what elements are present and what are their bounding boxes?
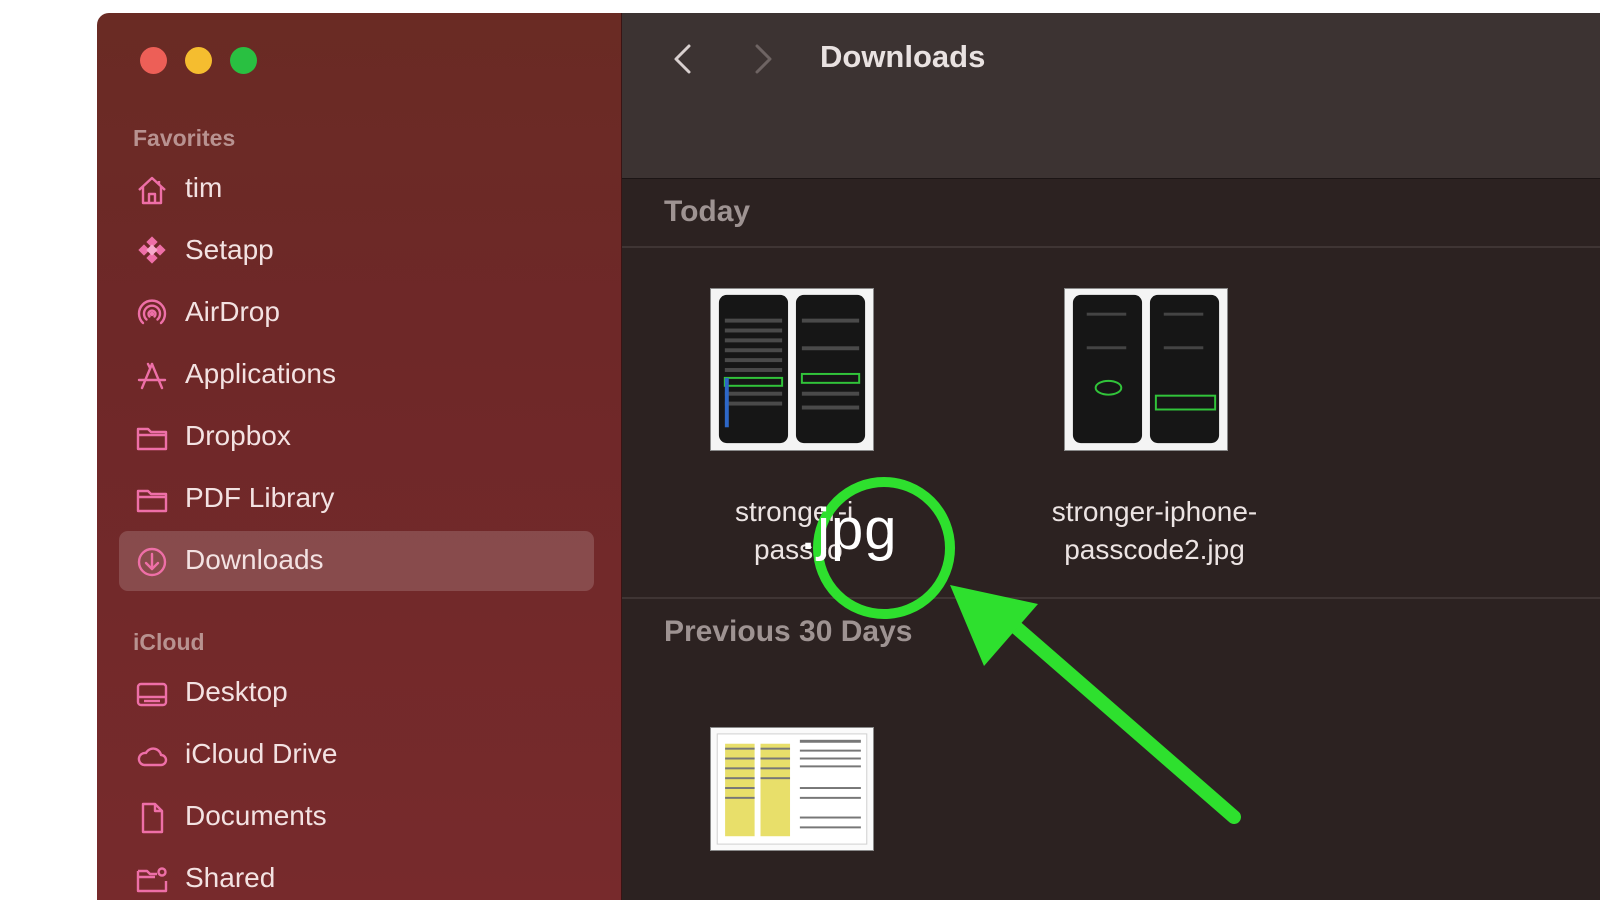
folder-icon xyxy=(135,483,169,517)
zoom-button[interactable] xyxy=(230,47,257,74)
sidebar-item-label: Applications xyxy=(185,358,336,389)
window-title: Downloads xyxy=(820,39,986,74)
file-name: stronger-iphone- passcode2.jpg xyxy=(1032,493,1292,569)
back-button[interactable] xyxy=(664,39,704,79)
group-divider xyxy=(622,597,1600,599)
sidebar-item-label: Documents xyxy=(185,800,327,831)
document-icon xyxy=(135,801,169,835)
minimize-button[interactable] xyxy=(185,47,212,74)
sidebar-item-airdrop[interactable]: AirDrop xyxy=(119,283,594,343)
sidebar-item-label: Dropbox xyxy=(185,420,291,451)
group-divider xyxy=(622,246,1600,248)
downloads-icon xyxy=(135,545,169,579)
sidebar-item-tim[interactable]: tim xyxy=(119,159,594,219)
forward-button[interactable] xyxy=(742,39,782,79)
file-thumbnail xyxy=(710,288,874,451)
folder-icon xyxy=(135,421,169,455)
sidebar-item-documents[interactable]: Documents xyxy=(119,787,594,847)
shared-folder-icon xyxy=(135,863,169,897)
cloud-icon xyxy=(135,739,169,773)
sidebar-item-label: Setapp xyxy=(185,234,274,265)
sidebar-section-favorites: Favorites xyxy=(133,125,236,151)
finder-window: Favorites tim Setapp AirDrop Application… xyxy=(97,13,1600,900)
sidebar-item-downloads[interactable]: Downloads xyxy=(119,531,594,591)
sidebar-item-shared[interactable]: Shared xyxy=(119,849,594,900)
close-button[interactable] xyxy=(140,47,167,74)
file-name-line-2: passcode2.jpg xyxy=(1064,534,1245,565)
applications-icon xyxy=(135,359,169,393)
sidebar-item-label: PDF Library xyxy=(185,482,335,513)
sidebar-item-applications[interactable]: Applications xyxy=(119,345,594,405)
sidebar-item-label: Shared xyxy=(185,862,276,893)
sidebar-item-label: Desktop xyxy=(185,676,288,707)
group-header-previous-30-days: Previous 30 Days xyxy=(664,615,913,648)
group-header-today: Today xyxy=(664,195,751,228)
home-icon xyxy=(135,173,169,207)
setapp-icon xyxy=(135,235,169,269)
file-thumbnail xyxy=(710,727,874,851)
file-thumbnail xyxy=(1064,288,1228,451)
annotation-callout-text: .jpg xyxy=(800,497,898,562)
sidebar-item-pdf-library[interactable]: PDF Library xyxy=(119,469,594,529)
sidebar-section-icloud: iCloud xyxy=(133,629,205,655)
sidebar-item-label: iCloud Drive xyxy=(185,738,338,769)
sidebar-item-dropbox[interactable]: Dropbox xyxy=(119,407,594,467)
sidebar: Favorites tim Setapp AirDrop Application… xyxy=(97,13,622,900)
sidebar-item-label: tim xyxy=(185,172,223,203)
file-browser: Downloads Today stronger-i passco strong… xyxy=(622,13,1600,900)
sidebar-item-label: Downloads xyxy=(185,544,324,575)
sidebar-item-setapp[interactable]: Setapp xyxy=(119,221,594,281)
desktop-icon xyxy=(135,677,169,711)
toolbar: Downloads xyxy=(622,13,1600,179)
sidebar-item-label: AirDrop xyxy=(185,296,280,327)
file-name-line-1: stronger-iphone- xyxy=(1051,496,1258,527)
sidebar-item-icloud-drive[interactable]: iCloud Drive xyxy=(119,725,594,785)
airdrop-icon xyxy=(135,297,169,331)
sidebar-item-desktop[interactable]: Desktop xyxy=(119,663,594,723)
